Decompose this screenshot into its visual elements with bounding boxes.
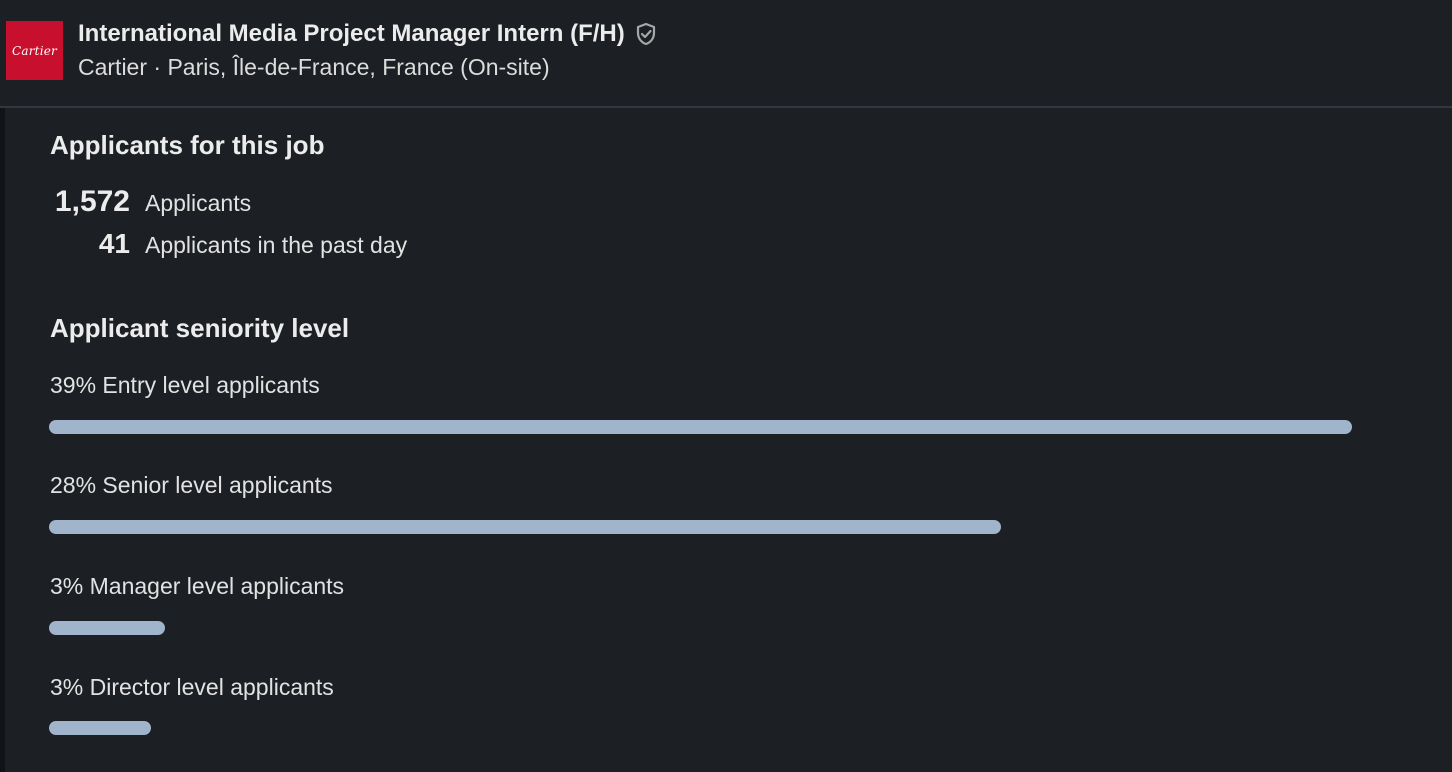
shield-check-icon	[635, 22, 657, 46]
seniority-bar-entry	[49, 420, 1352, 434]
total-applicants-label: Applicants	[145, 190, 252, 216]
left-divider	[0, 108, 5, 772]
applicants-section-title: Applicants for this job	[50, 130, 325, 160]
seniority-bar-fill-senior	[49, 520, 1002, 534]
seniority-bar-manager	[49, 621, 1352, 635]
seniority-label-senior: 28% Senior level applicants	[50, 472, 333, 498]
seniority-label-director: 3% Director level applicants	[50, 674, 334, 700]
past-day-applicants-row: 41 Applicants in the past day	[50, 228, 550, 264]
total-applicants-row: 1,572 Applicants	[50, 185, 550, 221]
seniority-bar-fill-director	[49, 721, 151, 735]
past-day-applicants-count: 41	[98, 228, 130, 259]
company-logo-text: Cartier	[12, 43, 57, 58]
job-company-location: Cartier · Paris, Île-de-France, France (…	[78, 54, 550, 80]
total-applicants-count: 1,572	[54, 185, 130, 218]
company-logo[interactable]: Cartier	[6, 21, 63, 80]
seniority-section-title: Applicant seniority level	[50, 313, 350, 343]
seniority-bar-fill-manager	[49, 621, 165, 635]
seniority-bar-senior	[49, 520, 1352, 534]
past-day-applicants-label: Applicants in the past day	[145, 232, 408, 258]
job-header: Cartier International Media Project Mana…	[0, 0, 1452, 108]
job-title[interactable]: International Media Project Manager Inte…	[78, 20, 625, 48]
seniority-label-manager: 3% Manager level applicants	[50, 573, 345, 599]
seniority-bar-director	[49, 721, 1352, 735]
seniority-bar-fill-entry	[49, 420, 1352, 434]
seniority-label-entry: 39% Entry level applicants	[50, 372, 320, 398]
job-title-row: International Media Project Manager Inte…	[78, 17, 657, 51]
